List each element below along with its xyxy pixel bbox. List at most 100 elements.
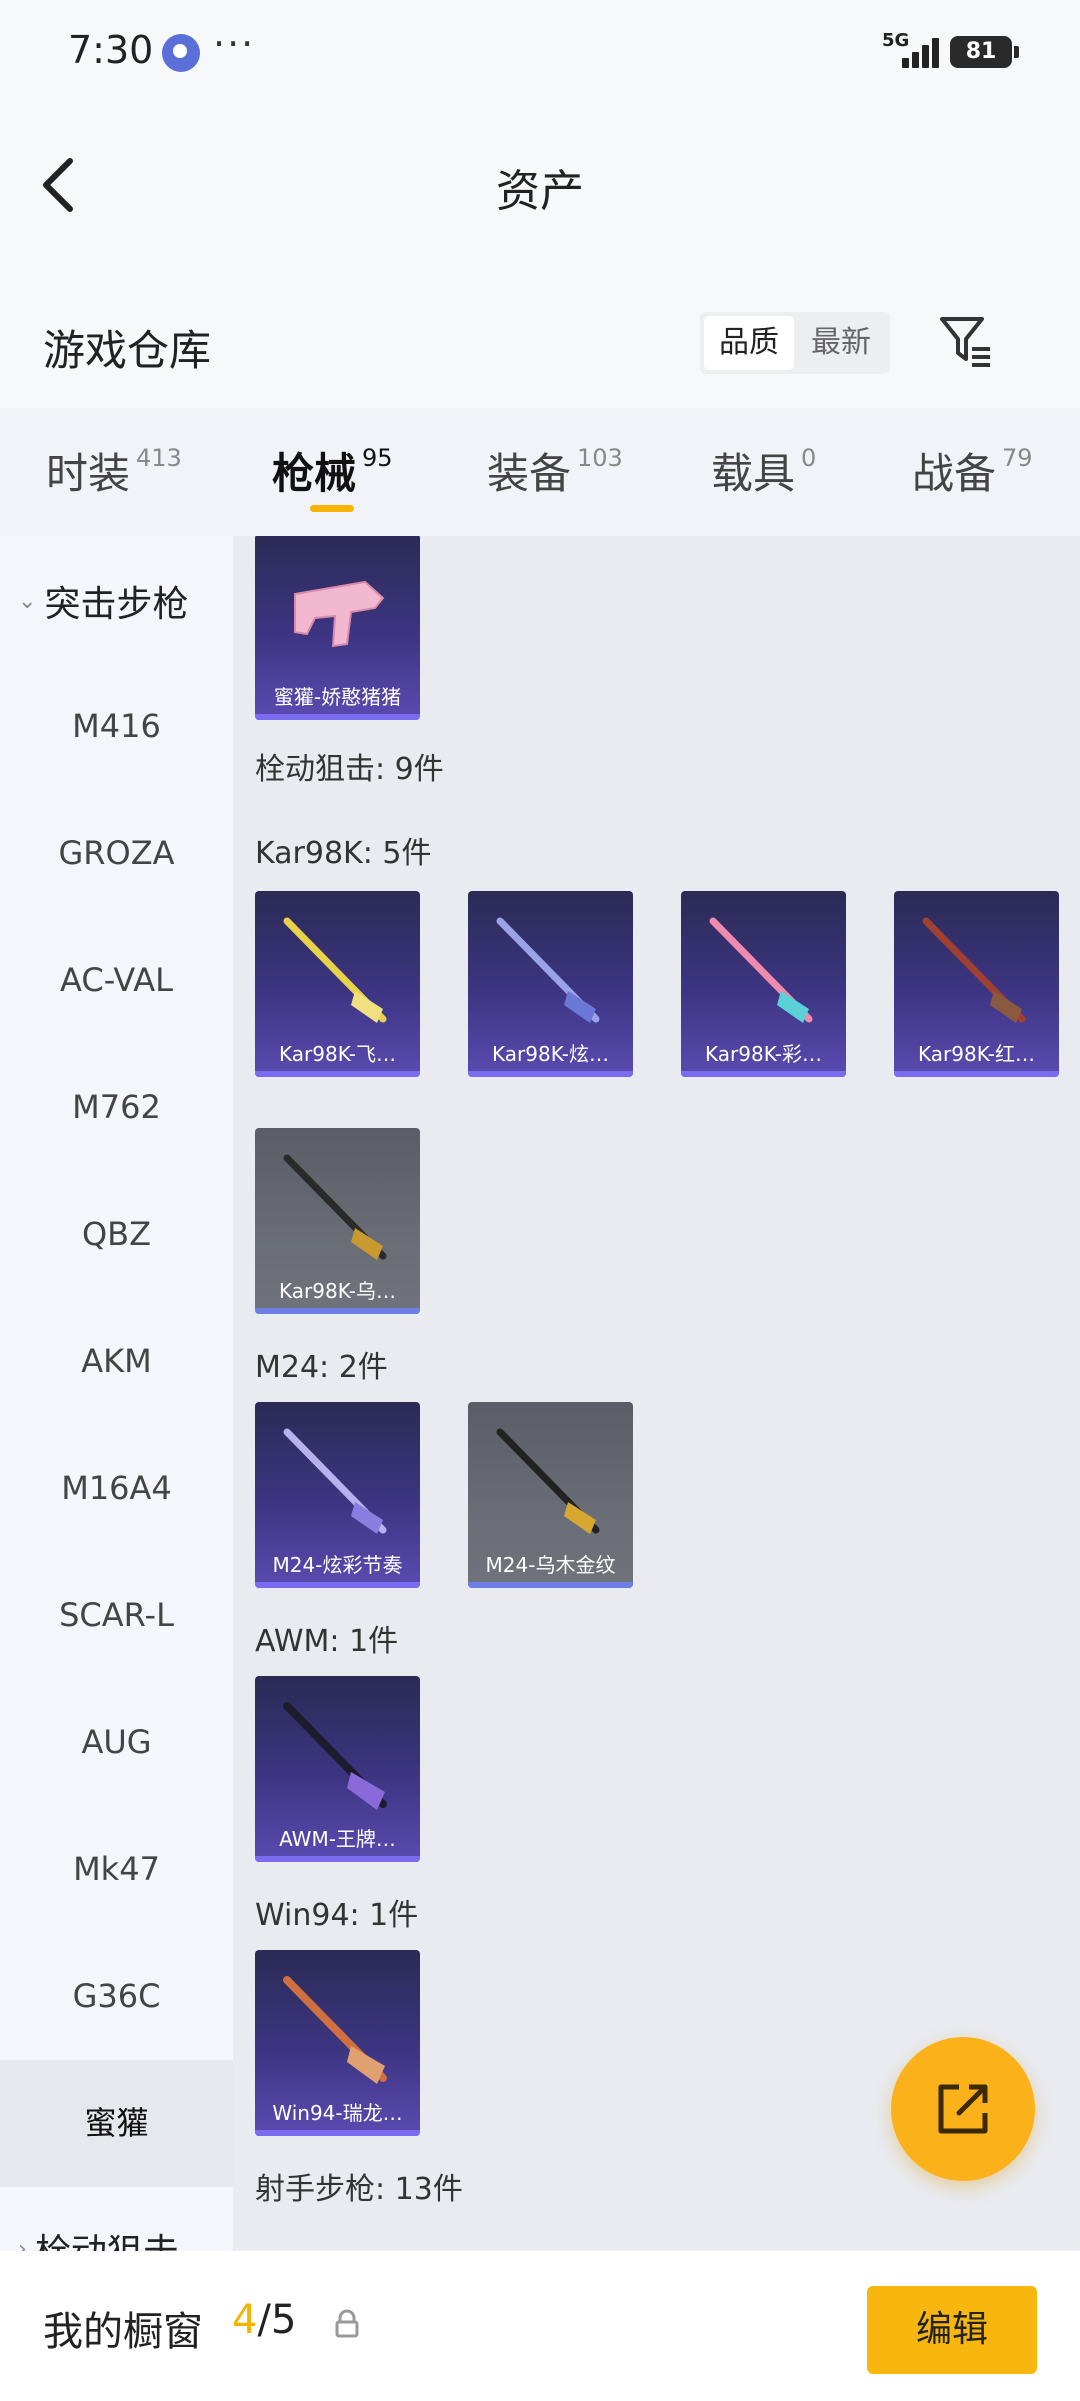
rarity-bar bbox=[255, 2130, 420, 2136]
rarity-bar bbox=[255, 1308, 420, 1314]
tab-count: 413 bbox=[136, 444, 182, 472]
sidebar-item-m16a4[interactable]: M16A4 bbox=[0, 1425, 233, 1552]
item-card[interactable]: M24-乌木金纹 bbox=[468, 1402, 633, 1588]
warehouse-header: 游戏仓库 品质 最新 bbox=[0, 265, 1080, 408]
sidebar-item-honey-badger[interactable]: 蜜獾 bbox=[0, 2060, 233, 2187]
rifle-icon bbox=[496, 1428, 600, 1534]
item-name: Kar98K-炫… bbox=[492, 1042, 609, 1066]
rifle-icon bbox=[283, 1154, 387, 1260]
tab-count: 95 bbox=[362, 444, 393, 472]
tab-count: 0 bbox=[801, 444, 817, 472]
category-tabs: 时装 413 枪械 95 装备 103 载具 0 战备 79 bbox=[0, 408, 1080, 536]
tab-guns[interactable]: 枪械 95 bbox=[272, 440, 393, 510]
showcase-current: 4 bbox=[232, 2297, 258, 2343]
warehouse-title: 游戏仓库 bbox=[43, 326, 212, 375]
rarity-bar bbox=[255, 1071, 420, 1077]
item-card[interactable]: 蜜獾-娇憨猪猪 bbox=[255, 536, 420, 720]
share-button[interactable] bbox=[891, 2037, 1035, 2181]
smg-icon bbox=[294, 580, 385, 648]
item-name: AWM-王牌… bbox=[279, 1827, 396, 1851]
item-card[interactable]: Kar98K-红… bbox=[894, 891, 1059, 1077]
status-time: 7:30 bbox=[68, 28, 154, 72]
item-card[interactable]: Kar98K-乌… bbox=[255, 1128, 420, 1314]
tab-fashion[interactable]: 时装 413 bbox=[46, 440, 182, 510]
section-title: M24: 2件 bbox=[255, 1350, 388, 1385]
page-title: 资产 bbox=[496, 166, 584, 217]
rifle-icon bbox=[283, 1702, 387, 1810]
item-card[interactable]: Kar98K-彩… bbox=[681, 891, 846, 1077]
rifle-icon bbox=[283, 917, 387, 1023]
rarity-bar bbox=[468, 1582, 633, 1588]
tab-label: 装备 bbox=[487, 449, 572, 498]
filter-icon[interactable] bbox=[938, 313, 994, 369]
edit-button[interactable]: 编辑 bbox=[867, 2286, 1037, 2374]
sort-quality-button[interactable]: 品质 bbox=[704, 316, 794, 370]
showcase-separator: / bbox=[257, 2297, 271, 2343]
item-name: 蜜獾-娇憨猪猪 bbox=[273, 685, 402, 709]
rifle-icon bbox=[283, 1428, 387, 1534]
sort-newest-button[interactable]: 最新 bbox=[796, 316, 886, 370]
item-card[interactable]: Kar98K-飞… bbox=[255, 891, 420, 1077]
showcase-total: 5 bbox=[270, 2297, 297, 2343]
item-name: Kar98K-红… bbox=[918, 1042, 1035, 1066]
item-name: Kar98K-飞… bbox=[279, 1042, 396, 1066]
item-card[interactable]: AWM-王牌… bbox=[255, 1676, 420, 1862]
sidebar-item-groza[interactable]: GROZA bbox=[0, 790, 233, 917]
sidebar-item-aug[interactable]: AUG bbox=[0, 1679, 233, 1806]
lock-icon bbox=[335, 2309, 359, 2338]
rarity-bar bbox=[681, 1071, 846, 1077]
active-tab-indicator bbox=[310, 505, 354, 512]
rarity-bar bbox=[468, 1071, 633, 1077]
more-notifications-icon: ··· bbox=[213, 22, 256, 66]
showcase-label: 我的橱窗 bbox=[43, 2309, 203, 2355]
tab-label: 时装 bbox=[46, 449, 131, 498]
sidebar-item-ac-val[interactable]: AC-VAL bbox=[0, 917, 233, 1044]
rifle-icon bbox=[709, 917, 813, 1023]
sort-toggle: 品质 最新 bbox=[700, 312, 890, 374]
tab-count: 79 bbox=[1002, 444, 1033, 472]
tab-supplies[interactable]: 战备 79 bbox=[912, 440, 1033, 510]
sidebar-group-label: 突击步枪 bbox=[44, 584, 189, 625]
status-bar: 7:30 ··· 5G 81 bbox=[0, 0, 1080, 105]
rifle-icon bbox=[496, 917, 600, 1023]
sidebar-group-label: 栓动狙击 bbox=[35, 2223, 179, 2251]
rarity-bar bbox=[894, 1071, 1059, 1077]
weapon-type-sidebar: ⌄ 突击步枪 M416 GROZA AC-VAL M762 QBZ AKM M1… bbox=[0, 536, 233, 2251]
item-name: Kar98K-彩… bbox=[705, 1042, 822, 1066]
section-title: Win94: 1件 bbox=[255, 1898, 419, 1933]
item-name: Kar98K-乌… bbox=[279, 1279, 396, 1303]
item-name: M24-乌木金纹 bbox=[485, 1553, 616, 1577]
showcase-count: 4/5 bbox=[232, 2297, 296, 2343]
app-notification-icon bbox=[162, 34, 200, 72]
sidebar-item-m416[interactable]: M416 bbox=[0, 663, 233, 790]
sidebar-item-m762[interactable]: M762 bbox=[0, 1044, 233, 1171]
category-heading: 栓动狙击: 9件 bbox=[255, 752, 444, 787]
rifle-icon bbox=[922, 917, 1026, 1023]
tab-equipment[interactable]: 装备 103 bbox=[487, 440, 623, 510]
section-title: Kar98K: 5件 bbox=[255, 836, 432, 871]
item-card[interactable]: M24-炫彩节奏 bbox=[255, 1402, 420, 1588]
sidebar-item-g36c[interactable]: G36C bbox=[0, 1933, 233, 2060]
item-card[interactable]: Kar98K-炫… bbox=[468, 891, 633, 1077]
sidebar-item-qbz[interactable]: QBZ bbox=[0, 1171, 233, 1298]
chevron-right-icon: › bbox=[18, 2236, 27, 2252]
tab-label: 战备 bbox=[912, 449, 997, 498]
signal-icon bbox=[902, 36, 940, 68]
tab-label: 枪械 bbox=[272, 449, 357, 498]
sidebar-item-akm[interactable]: AKM bbox=[0, 1298, 233, 1425]
rarity-bar bbox=[255, 714, 420, 720]
share-external-icon bbox=[938, 2084, 988, 2134]
showcase-bar: 我的橱窗 4/5 编辑 bbox=[0, 2251, 1080, 2401]
title-bar: 资产 bbox=[0, 105, 1080, 265]
sidebar-item-scar-l[interactable]: SCAR-L bbox=[0, 1552, 233, 1679]
tab-vehicles[interactable]: 载具 0 bbox=[711, 440, 816, 510]
sidebar-group-bolt-action[interactable]: › 栓动狙击 bbox=[0, 2209, 233, 2251]
item-name: Win94-瑞龙… bbox=[272, 2101, 403, 2125]
item-name: M24-炫彩节奏 bbox=[272, 1553, 403, 1577]
tab-count: 103 bbox=[577, 444, 623, 472]
section-title: AWM: 1件 bbox=[255, 1624, 399, 1659]
battery-icon: 81 bbox=[950, 36, 1019, 68]
sidebar-group-assault-rifles[interactable]: ⌄ 突击步枪 bbox=[0, 561, 233, 641]
sidebar-item-mk47[interactable]: Mk47 bbox=[0, 1806, 233, 1933]
item-card[interactable]: Win94-瑞龙… bbox=[255, 1950, 420, 2136]
